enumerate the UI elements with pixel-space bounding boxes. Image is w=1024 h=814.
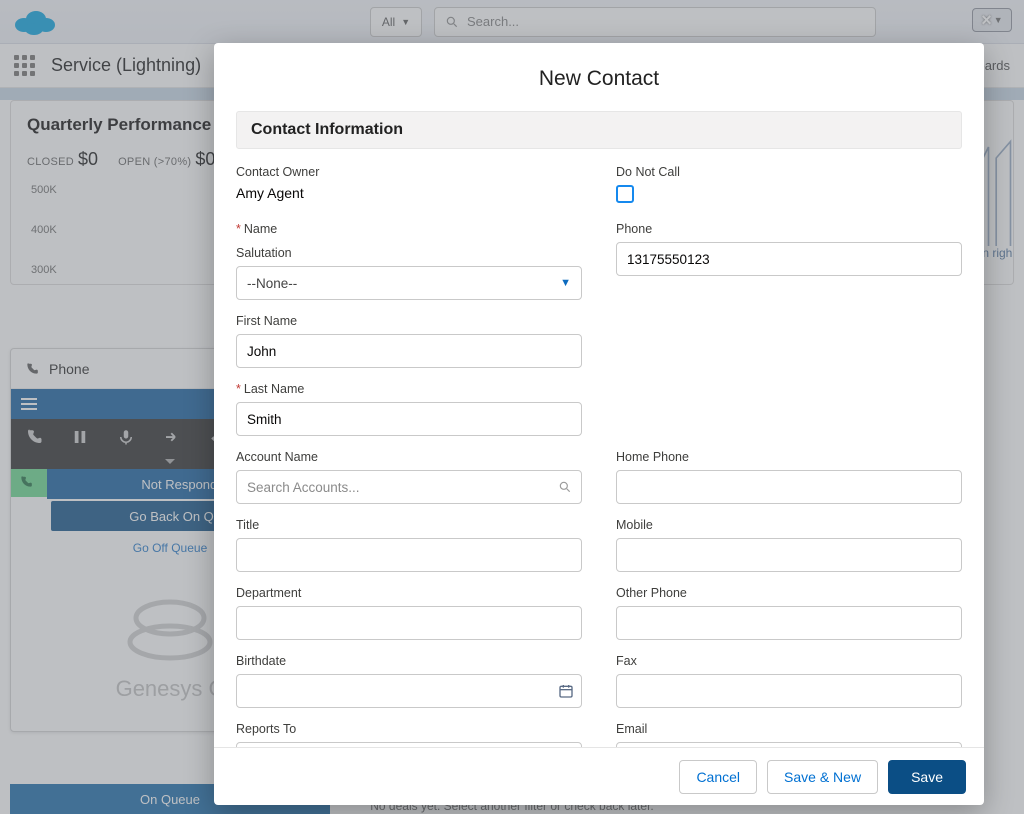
- label-mobile: Mobile: [616, 518, 962, 532]
- modal-body: Contact Information Contact Owner Amy Ag…: [214, 111, 984, 747]
- new-contact-modal: New Contact Contact Information Contact …: [214, 43, 984, 805]
- input-mobile[interactable]: [616, 538, 962, 572]
- label-email: Email: [616, 722, 962, 736]
- input-phone[interactable]: [616, 242, 962, 276]
- value-contact-owner: Amy Agent: [236, 185, 582, 201]
- label-phone: Phone: [616, 222, 962, 236]
- field-fax: Fax: [616, 654, 962, 708]
- label-account-name: Account Name: [236, 450, 582, 464]
- field-birthdate: Birthdate: [236, 654, 582, 708]
- label-contact-owner: Contact Owner: [236, 165, 582, 179]
- input-other-phone[interactable]: [616, 606, 962, 640]
- field-reports-to: Reports To: [236, 722, 582, 747]
- input-department[interactable]: [236, 606, 582, 640]
- label-first-name: First Name: [236, 314, 582, 328]
- select-salutation[interactable]: --None-- ▼: [236, 266, 582, 300]
- input-birthdate[interactable]: [236, 674, 582, 708]
- section-contact-information: Contact Information: [236, 111, 962, 149]
- input-last-name[interactable]: [236, 402, 582, 436]
- form-grid: Contact Owner Amy Agent Do Not Call *Nam…: [236, 165, 962, 747]
- field-other-phone: Other Phone: [616, 586, 962, 640]
- label-salutation: Salutation: [236, 246, 582, 260]
- label-do-not-call: Do Not Call: [616, 165, 962, 179]
- input-account-name[interactable]: [236, 470, 582, 504]
- field-title: Title: [236, 518, 582, 572]
- save-and-new-button[interactable]: Save & New: [767, 760, 878, 794]
- label-department: Department: [236, 586, 582, 600]
- label-name: *Name: [236, 222, 582, 236]
- modal-title: New Contact: [214, 43, 984, 111]
- field-account-name: Account Name: [236, 450, 582, 504]
- field-email: Email: [616, 722, 962, 747]
- label-title: Title: [236, 518, 582, 532]
- input-first-name[interactable]: [236, 334, 582, 368]
- search-icon: [558, 480, 572, 494]
- field-mobile: Mobile: [616, 518, 962, 572]
- input-email[interactable]: [616, 742, 962, 747]
- calendar-icon[interactable]: [558, 683, 574, 699]
- label-home-phone: Home Phone: [616, 450, 962, 464]
- field-phone-wrap: Phone: [616, 222, 962, 450]
- save-button[interactable]: Save: [888, 760, 966, 794]
- field-contact-owner: Contact Owner Amy Agent: [236, 165, 582, 208]
- input-reports-to[interactable]: [236, 742, 582, 747]
- label-last-name: *Last Name: [236, 382, 582, 396]
- label-reports-to: Reports To: [236, 722, 582, 736]
- modal-footer: Cancel Save & New Save: [214, 747, 984, 805]
- label-other-phone: Other Phone: [616, 586, 962, 600]
- input-home-phone[interactable]: [616, 470, 962, 504]
- input-fax[interactable]: [616, 674, 962, 708]
- chevron-down-icon: ▼: [560, 277, 571, 289]
- label-birthdate: Birthdate: [236, 654, 582, 668]
- field-home-phone: Home Phone: [616, 450, 962, 504]
- cancel-button[interactable]: Cancel: [679, 760, 757, 794]
- field-do-not-call: Do Not Call: [616, 165, 962, 208]
- select-salutation-value: --None--: [247, 276, 297, 291]
- label-fax: Fax: [616, 654, 962, 668]
- input-title[interactable]: [236, 538, 582, 572]
- field-department: Department: [236, 586, 582, 640]
- checkbox-do-not-call[interactable]: [616, 185, 634, 203]
- field-name-group: *Name Salutation --None-- ▼ First Name *…: [236, 222, 582, 450]
